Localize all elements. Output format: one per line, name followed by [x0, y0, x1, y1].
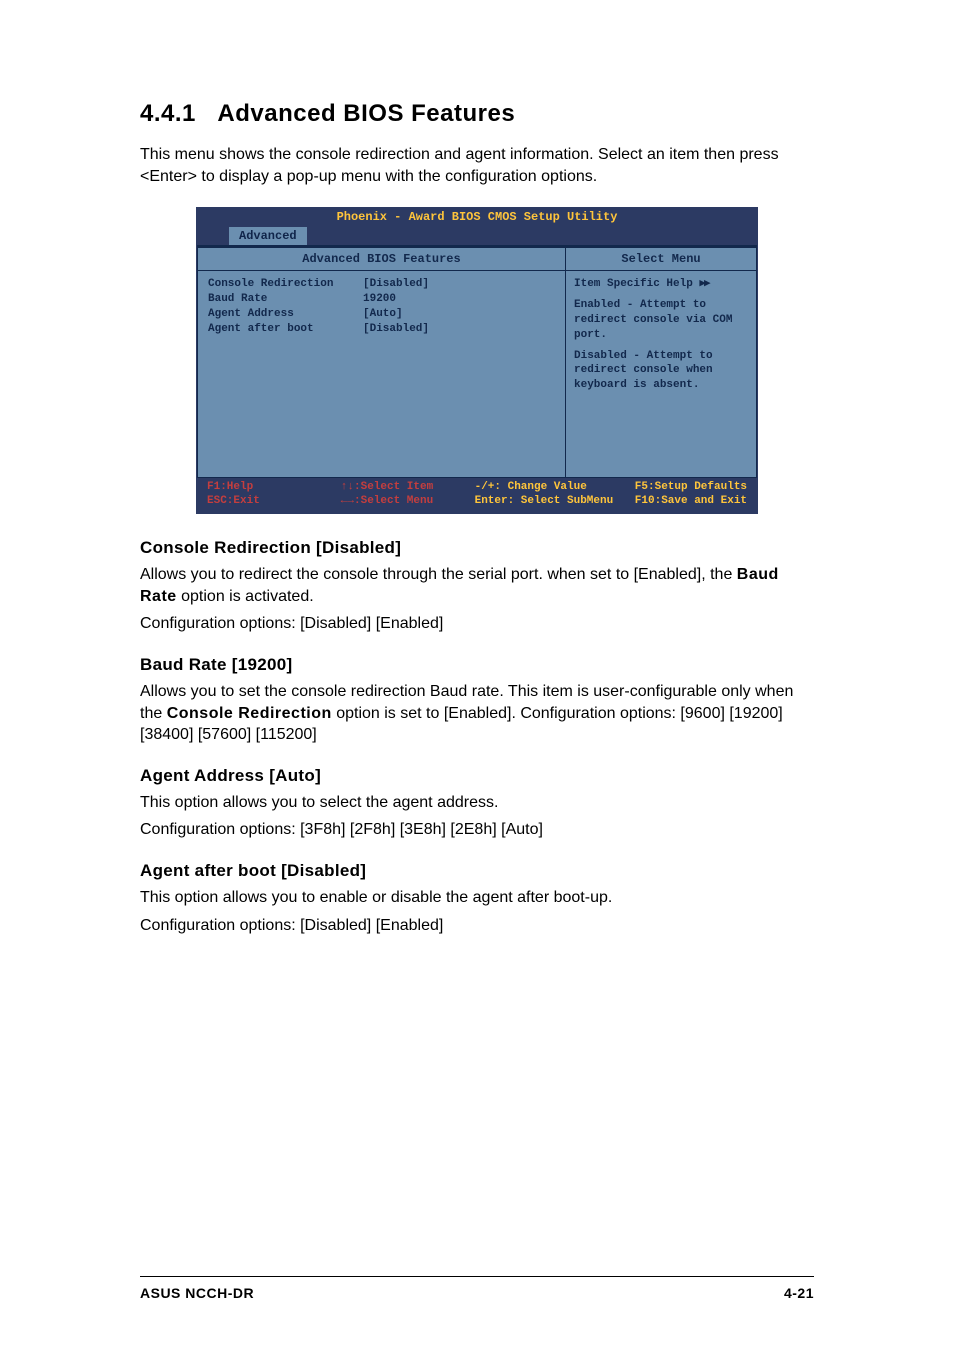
desc-console-redirection: Allows you to redirect the console throu… — [140, 564, 814, 607]
bios-row-value: [Disabled] — [363, 277, 555, 292]
key-f1-help: F1:Help — [207, 481, 253, 493]
desc-agent-address: This option allows you to select the age… — [140, 792, 814, 814]
bios-right-header: Select Menu — [566, 248, 756, 271]
bios-row-baud-rate[interactable]: Baud Rate 19200 — [208, 292, 555, 307]
options-agent-after-boot: Configuration options: [Disabled] [Enabl… — [140, 915, 814, 937]
bios-tab-advanced[interactable]: Advanced — [229, 227, 307, 245]
bios-help-panel: Item Specific Help ▶▶ Enabled - Attempt … — [566, 271, 756, 399]
section-heading: 4.4.1 Advanced BIOS Features — [140, 100, 814, 128]
bios-row-agent-after-boot[interactable]: Agent after boot [Disabled] — [208, 322, 555, 337]
section-number: 4.4.1 — [140, 100, 196, 127]
bios-row-label: Agent after boot — [208, 322, 363, 337]
footer-page-number: 4-21 — [784, 1285, 814, 1301]
bios-help-p1: Enabled - Attempt to redirect console vi… — [574, 298, 748, 343]
section-title: Advanced BIOS Features — [217, 100, 515, 127]
bios-footer-keys: F1:Help ESC:Exit ↑↓:Select Item ←→:Selec… — [197, 478, 757, 514]
key-setup-defaults: F5:Setup Defaults — [635, 481, 747, 493]
heading-console-redirection: Console Redirection [Disabled] — [140, 538, 814, 558]
bold-console-redirection: Console Redirection — [167, 705, 332, 722]
bios-row-value: [Auto] — [363, 307, 555, 322]
desc-agent-after-boot: This option allows you to enable or disa… — [140, 887, 814, 909]
key-save-exit: F10:Save and Exit — [635, 495, 747, 507]
bios-row-label: Console Redirection — [208, 277, 363, 292]
key-select-item: ↑↓:Select Item — [341, 481, 433, 493]
bios-left-panel: Advanced BIOS Features Console Redirecti… — [197, 247, 566, 477]
heading-agent-address: Agent Address [Auto] — [140, 766, 814, 786]
section-intro: This menu shows the console redirection … — [140, 144, 814, 187]
options-agent-address: Configuration options: [3F8h] [2F8h] [3E… — [140, 819, 814, 841]
bios-row-value: 19200 — [363, 292, 555, 307]
bios-row-value: [Disabled] — [363, 322, 555, 337]
chevron-right-icon: ▶▶ — [699, 278, 708, 290]
heading-agent-after-boot: Agent after boot [Disabled] — [140, 861, 814, 881]
key-esc-exit: ESC:Exit — [207, 495, 260, 507]
bios-help-p2: Disabled - Attempt to redirect console w… — [574, 349, 748, 394]
key-change-value: -/+: Change Value — [475, 481, 587, 493]
bios-row-label: Agent Address — [208, 307, 363, 322]
bios-help-title: Item Specific Help — [574, 278, 699, 290]
bios-settings-list: Console Redirection [Disabled] Baud Rate… — [198, 271, 565, 476]
desc-baud-rate: Allows you to set the console redirectio… — [140, 681, 814, 746]
key-select-menu: ←→:Select Menu — [341, 495, 433, 507]
bios-left-header: Advanced BIOS Features — [198, 248, 565, 271]
bios-screenshot: Phoenix - Award BIOS CMOS Setup Utility … — [196, 207, 758, 514]
bios-row-label: Baud Rate — [208, 292, 363, 307]
heading-baud-rate: Baud Rate [19200] — [140, 655, 814, 675]
bios-row-console-redirection[interactable]: Console Redirection [Disabled] — [208, 277, 555, 292]
bios-right-panel: Select Menu Item Specific Help ▶▶ Enable… — [566, 247, 757, 477]
footer-product: ASUS NCCH-DR — [140, 1285, 254, 1301]
bios-row-agent-address[interactable]: Agent Address [Auto] — [208, 307, 555, 322]
bios-tab-bar: Advanced — [197, 226, 757, 245]
key-select-submenu: Enter: Select SubMenu — [475, 495, 614, 507]
page-footer: ASUS NCCH-DR 4-21 — [140, 1276, 814, 1301]
options-console-redirection: Configuration options: [Disabled] [Enabl… — [140, 613, 814, 635]
bios-window-title: Phoenix - Award BIOS CMOS Setup Utility — [197, 208, 757, 226]
